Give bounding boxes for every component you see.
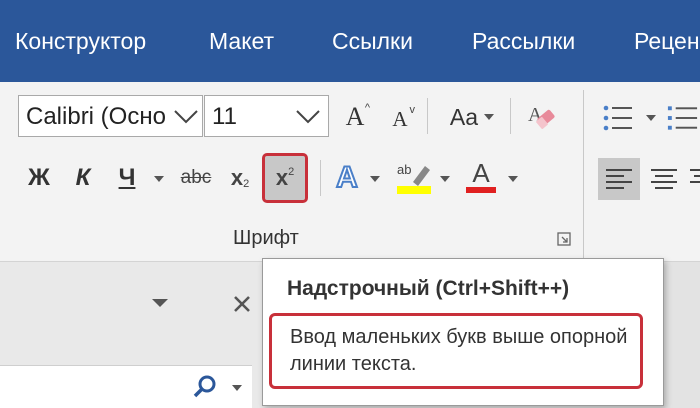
align-center-button[interactable] [644,158,684,200]
separator [510,98,511,134]
subscript-mark: 2 [243,178,250,190]
pane-menu-caret-icon[interactable] [152,299,168,307]
bullets-button[interactable] [598,98,638,138]
dropdown-caret-icon [484,114,494,120]
grow-font-icon: A [345,102,365,131]
font-color-icon: A [472,157,490,188]
font-color-button[interactable]: A [462,155,500,199]
separator [427,98,428,134]
dialog-launcher-icon [557,232,571,246]
text-effects-button[interactable]: A [330,158,364,198]
tab-mailings[interactable]: Рассылки [472,28,575,55]
dropdown-caret-icon[interactable] [508,176,518,182]
align-right-icon [690,169,700,183]
highlight-button[interactable]: ab [394,155,434,199]
clear-formatting-button[interactable]: A [522,97,562,137]
chevron-down-icon[interactable] [171,104,201,128]
tab-references[interactable]: Ссылки [332,28,413,55]
ribbon-tab-bar: Конструктор Макет Ссылки Рассылки Рецен [0,0,700,82]
underline-icon: Ч [118,164,136,191]
font-name-combo[interactable]: Calibri (Осно [18,95,203,137]
dropdown-caret-icon[interactable] [646,115,656,121]
align-center-icon [651,169,677,189]
font-name-value: Calibri (Осно [26,103,166,130]
search-options-caret-icon[interactable] [232,385,242,391]
font-size-value: 11 [212,103,237,130]
font-color-swatch [466,187,496,193]
search-icon[interactable] [192,374,218,400]
numbering-button[interactable] [665,98,700,138]
italic-icon: К [75,164,91,191]
numbering-icon [667,106,698,130]
highlighter-icon: ab [397,162,431,194]
align-left-icon [606,169,632,189]
pane-search-box[interactable] [0,365,252,408]
dropdown-caret-icon[interactable] [154,176,164,182]
tooltip-description-highlight: Ввод маленьких букв выше опорной линии т… [269,313,643,389]
svg-text:ab: ab [397,162,411,177]
tab-layout[interactable]: Макет [209,28,274,55]
underline-button[interactable]: Ч [108,160,146,196]
dropdown-caret-icon[interactable] [440,176,450,182]
tab-review[interactable]: Рецен [634,28,700,55]
italic-button[interactable]: К [66,160,100,196]
shrink-font-button[interactable]: A v [385,104,415,134]
align-right-button[interactable] [688,158,700,200]
text-effects-icon: A [335,160,359,195]
bold-icon: Ж [28,164,50,191]
close-pane-button[interactable] [228,290,256,318]
strikethrough-icon: abc [180,167,212,188]
tooltip-title: Надстрочный (Ctrl+Shift++) [287,277,570,300]
clear-formatting-icon: A [528,104,555,129]
strikethrough-button[interactable]: abc [175,160,217,196]
bold-button[interactable]: Ж [22,160,56,196]
change-case-icon: Aa [449,103,479,130]
chevron-down-icon[interactable] [293,104,323,128]
font-size-combo[interactable]: 11 [204,95,329,137]
grow-font-button[interactable]: A ^ [338,100,372,134]
bullets-icon [603,105,632,131]
superscript-mark: 2 [288,166,295,178]
subscript-button[interactable]: x 2 [222,160,258,196]
separator [320,160,321,196]
close-icon [234,296,250,312]
tab-constructor[interactable]: Конструктор [15,28,146,55]
superscript-icon: x [275,165,289,190]
tooltip-description: Ввод маленьких букв выше опорной линии т… [290,326,628,375]
font-dialog-launcher[interactable] [556,231,572,247]
superscript-button[interactable]: x 2 [262,153,308,203]
font-group-label: Шрифт [233,227,299,249]
dropdown-caret-icon[interactable] [370,176,380,182]
shrink-font-icon: A [392,106,408,131]
group-separator [583,90,584,260]
align-left-button[interactable] [598,158,640,200]
subscript-icon: x [230,165,244,190]
change-case-button[interactable]: Aa [440,100,498,134]
superscript-tooltip: Надстрочный (Ctrl+Shift++) Ввод маленьки… [262,258,664,406]
